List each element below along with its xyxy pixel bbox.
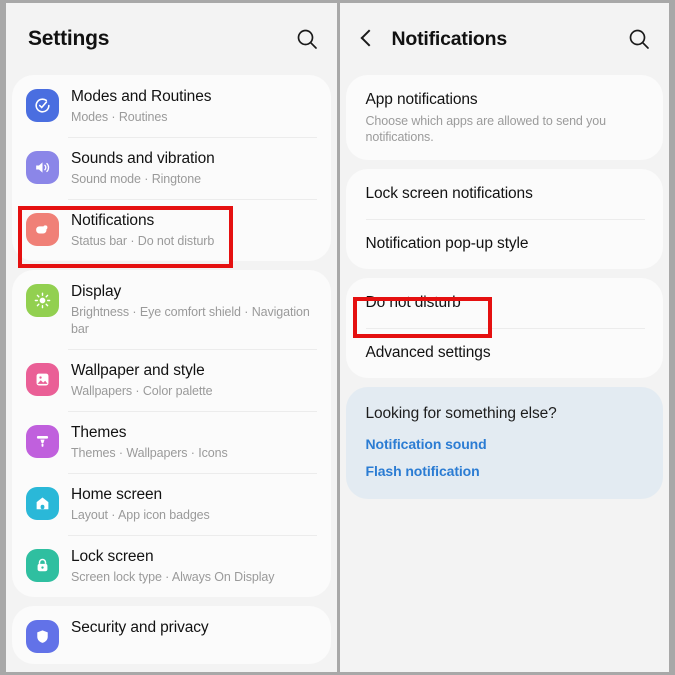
settings-item-wallpaper-and-style[interactable]: Wallpaper and style Wallpapers · Color p… [12,349,331,411]
sound-volume-icon [26,151,59,184]
item-title: Notifications [71,212,155,229]
notifications-group-2: Lock screen notifications Notification p… [345,169,664,269]
notifications-item-advanced-settings[interactable]: Advanced settings [346,328,664,378]
item-title: Notification pop-up style [365,235,529,252]
search-icon[interactable] [295,27,319,51]
item-title: Security and privacy [71,619,209,636]
modes-routines-icon [26,89,59,122]
settings-item-display[interactable]: Display Brightness · Eye comfort shield … [12,270,331,349]
item-title: Modes and Routines [71,88,212,105]
lock-padlock-icon [26,549,59,582]
notifications-header: Notifications [339,3,669,75]
settings-item-notifications[interactable]: Notifications Status bar · Do not distur… [12,199,331,261]
link-notification-sound[interactable]: Notification sound [366,436,644,452]
item-subtitle: Choose which apps are allowed to send yo… [365,114,607,144]
screenshot-root: Settings Modes and Routines Modes · Rout… [0,0,675,675]
item-title: Advanced settings [365,344,491,361]
item-subtitle: Themes · Wallpapers · Icons [71,446,228,460]
item-title: App notifications [365,91,478,108]
settings-group-3: Security and privacy [12,606,331,664]
item-title: Lock screen notifications [365,185,533,202]
notifications-item-app-notifications[interactable]: App notifications Choose which apps are … [346,75,664,160]
page-title: Notifications [391,27,508,50]
back-chevron-icon[interactable] [356,28,378,50]
notifications-bell-icon [26,213,59,246]
info-card-title: Looking for something else? [365,405,557,422]
page-title: Settings [28,27,110,50]
looking-for-something-else-card: Looking for something else? Notification… [345,387,663,499]
notifications-screen: Notifications App notifications Choose w… [339,3,669,672]
settings-item-security-and-privacy[interactable]: Security and privacy [12,606,331,664]
item-title: Themes [71,424,127,441]
notifications-group-3: Do not disturb Advanced settings [345,278,664,378]
item-subtitle: Brightness · Eye comfort shield · Naviga… [71,305,310,336]
settings-screen: Settings Modes and Routines Modes · Rout… [6,3,337,672]
settings-item-lock-screen[interactable]: Lock screen Screen lock type · Always On… [12,535,331,597]
item-title: Sounds and vibration [71,150,215,167]
settings-header: Settings [6,3,337,75]
item-subtitle: Wallpapers · Color palette [71,384,213,398]
settings-item-themes[interactable]: Themes Themes · Wallpapers · Icons [12,411,331,473]
settings-group-1: Modes and Routines Modes · Routines Soun… [12,75,331,261]
themes-brush-icon [26,425,59,458]
link-flash-notification[interactable]: Flash notification [366,463,644,479]
item-subtitle: Modes · Routines [71,110,168,124]
notifications-item-do-not-disturb[interactable]: Do not disturb [346,278,664,328]
security-shield-icon [26,620,59,653]
search-icon[interactable] [627,27,651,51]
item-subtitle: Sound mode · Ringtone [71,172,201,186]
item-subtitle: Status bar · Do not disturb [71,234,215,248]
item-title: Wallpaper and style [71,362,205,379]
wallpaper-image-icon [26,363,59,396]
item-title: Display [71,283,122,300]
settings-item-sounds-and-vibration[interactable]: Sounds and vibration Sound mode · Ringto… [12,137,331,199]
settings-item-home-screen[interactable]: Home screen Layout · App icon badges [12,473,331,535]
settings-group-2: Display Brightness · Eye comfort shield … [12,270,331,597]
display-brightness-icon [26,284,59,317]
item-subtitle: Screen lock type · Always On Display [71,570,275,584]
item-subtitle: Layout · App icon badges [71,508,210,522]
item-title: Home screen [71,486,163,503]
home-house-icon [26,487,59,520]
notifications-item-lock-screen-notifications[interactable]: Lock screen notifications [346,169,664,219]
settings-item-modes-and-routines[interactable]: Modes and Routines Modes · Routines [12,75,331,137]
notifications-item-notification-pop-up-style[interactable]: Notification pop-up style [346,219,664,269]
notifications-group-1: App notifications Choose which apps are … [345,75,664,160]
item-title: Do not disturb [365,294,461,311]
item-title: Lock screen [71,548,154,565]
